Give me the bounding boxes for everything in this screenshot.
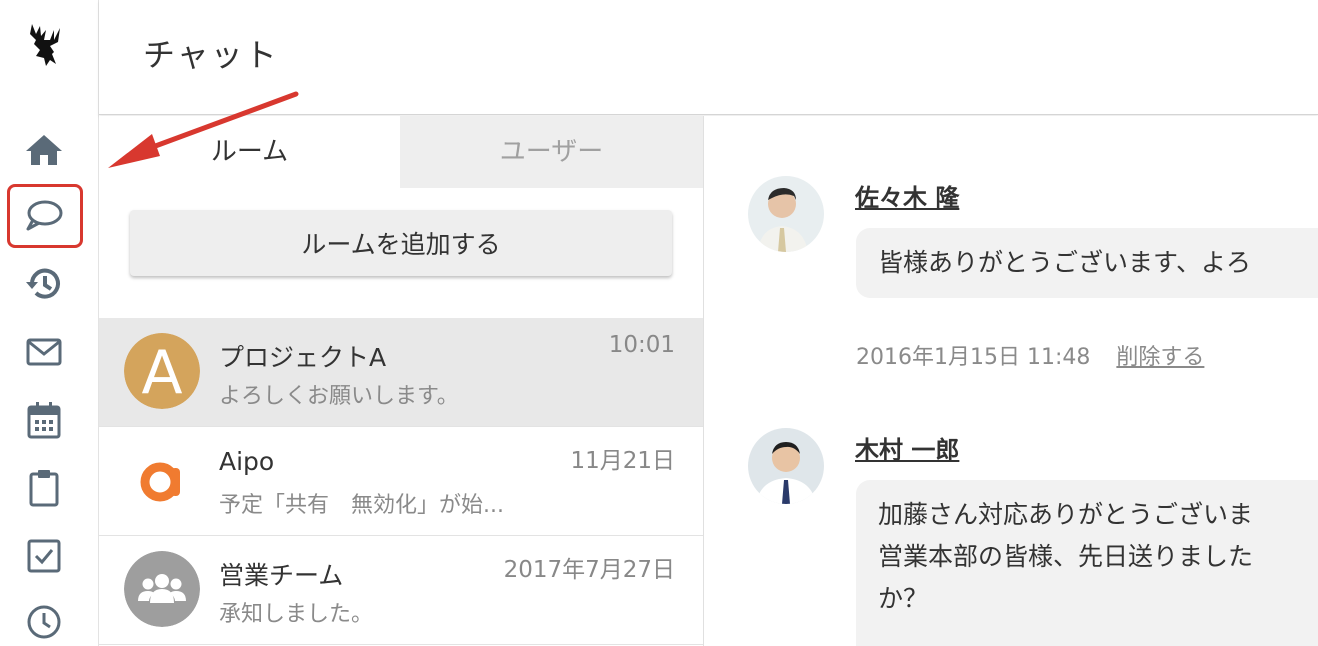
room-last-message: 承知しました。 (219, 602, 374, 627)
app-header: チャット (99, 0, 1318, 115)
room-avatar: A (124, 333, 200, 409)
message-timestamp: 2016年1月15日 11:48 (856, 345, 1091, 370)
sidebar (0, 0, 99, 646)
message-text: 皆様ありがとうございます、よろ (878, 248, 1252, 277)
chat-panel: 佐々木 隆 皆様ありがとうございます、よろ 2016年1月15日 11:48 削除… (704, 116, 1318, 646)
room-last-message: よろしくお願いします。 (219, 384, 459, 409)
tab-users[interactable]: ユーザー (400, 116, 703, 188)
history-icon[interactable] (22, 262, 66, 306)
message-text-line: 営業本部の皆様、先日送りました (878, 542, 1254, 571)
group-icon (124, 551, 200, 627)
tab-rooms[interactable]: ルーム (99, 116, 400, 188)
message-meta: 2016年1月15日 11:48 削除する (856, 339, 1204, 371)
deer-logo-icon[interactable] (24, 20, 68, 72)
delete-link[interactable]: 削除する (1116, 345, 1204, 370)
sender-avatar (748, 428, 824, 504)
add-room-button[interactable]: ルームを追加する (130, 210, 672, 276)
room-item-project-a[interactable]: A プロジェクトA よろしくお願いします。 10:01 (99, 318, 703, 427)
room-name: Aipo (219, 447, 275, 476)
sender-avatar (748, 176, 824, 252)
home-icon[interactable] (22, 128, 66, 172)
room-time: 11月21日 (570, 448, 675, 474)
chat-bubble-icon[interactable] (22, 194, 66, 238)
message-text-line: 加藤さん対応ありがとうございま (878, 500, 1254, 529)
room-item-sales-team[interactable]: 営業チーム 承知しました。 2017年7月27日 (99, 536, 703, 645)
clock-icon[interactable] (22, 600, 66, 644)
message-bubble: 加藤さん対応ありがとうございま 営業本部の皆様、先日送りました か？ (856, 480, 1318, 646)
room-name: プロジェクトA (219, 343, 387, 372)
aipo-logo-icon (124, 442, 200, 518)
clipboard-icon[interactable] (22, 466, 66, 510)
room-time: 2017年7月27日 (503, 557, 675, 583)
mail-icon[interactable] (22, 330, 66, 374)
sender-name[interactable]: 木村 一郎 (855, 430, 959, 465)
svg-text:A: A (141, 338, 182, 408)
room-name: 営業チーム (219, 561, 344, 590)
page-title: チャット (143, 36, 279, 74)
message-text-line: か？ (878, 584, 929, 613)
room-last-message: 予定「共有 無効化」が始... (219, 493, 504, 518)
sender-name[interactable]: 佐々木 隆 (855, 178, 959, 213)
message-bubble: 皆様ありがとうございます、よろ (856, 228, 1318, 298)
room-item-aipo[interactable]: Aipo 予定「共有 無効化」が始... 11月21日 (99, 427, 703, 536)
rooms-panel: ルーム ユーザー ルームを追加する A プロジェクトA よろしくお願いします。 … (99, 116, 704, 646)
checkbox-icon[interactable] (22, 534, 66, 578)
room-time: 10:01 (608, 332, 675, 358)
calendar-icon[interactable] (22, 398, 66, 442)
